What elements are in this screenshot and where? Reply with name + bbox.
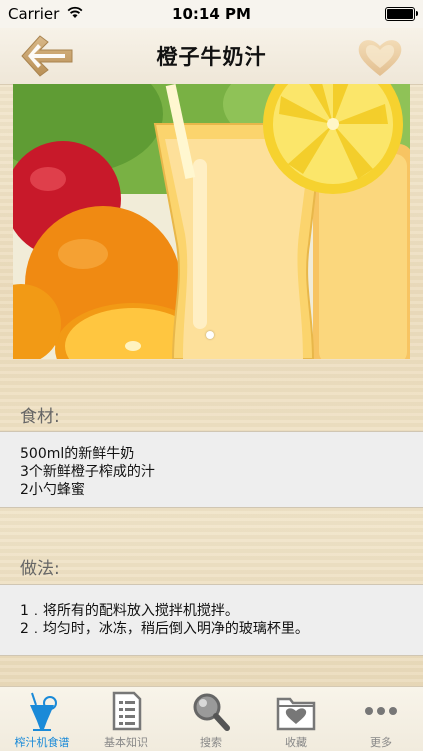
tab-label: 基本知识 [104, 736, 148, 749]
method-step: 2﹒均匀时，冰冻，稍后倒入明净的玻璃杯里。 [20, 621, 309, 637]
ingredient-item: 3个新鲜橙子榨成的汁 [20, 464, 155, 480]
ingredient-item: 500ml的新鲜牛奶 [20, 446, 135, 462]
magnifier-icon [193, 693, 230, 731]
tab-search[interactable]: 搜索 [169, 687, 253, 751]
status-bar: Carrier 10:14 PM [0, 0, 423, 28]
juice-glass-icon [30, 692, 57, 731]
ingredients-panel: 500ml的新鲜牛奶 3个新鲜橙子榨成的汁 2小勺蜂蜜 [0, 431, 423, 508]
juice-illustration [13, 84, 410, 359]
clock: 10:14 PM [172, 5, 251, 23]
more-dots-icon [365, 707, 397, 715]
tab-label: 搜索 [200, 736, 222, 749]
tab-label: 榨汁机食谱 [14, 736, 70, 749]
heart-folder-icon [276, 697, 316, 731]
navigation-bar: 橙子牛奶汁 [0, 28, 423, 85]
battery-icon [385, 7, 418, 21]
tab-favorites[interactable]: 收藏 [254, 687, 338, 751]
method-step: 1﹒将所有的配料放入搅拌机搅拌。 [20, 603, 239, 619]
document-icon [112, 691, 142, 731]
tab-basic-knowledge[interactable]: 基本知识 [84, 687, 168, 751]
tab-bar: 榨汁机食谱 基本知识 搜索 收藏 更多 [0, 686, 423, 751]
favorite-button[interactable] [355, 36, 405, 78]
ingredient-item: 2小勺蜂蜜 [20, 482, 85, 498]
tab-label: 收藏 [285, 736, 307, 749]
tab-more[interactable]: 更多 [339, 687, 423, 751]
recipe-photo[interactable] [13, 84, 410, 359]
page-indicator-dot [206, 331, 214, 339]
method-label: 做法: [20, 559, 60, 579]
ingredients-label: 食材: [20, 407, 60, 427]
tab-label: 更多 [370, 736, 392, 749]
method-panel: 1﹒将所有的配料放入搅拌机搅拌。 2﹒均匀时，冰冻，稍后倒入明净的玻璃杯里。 [0, 584, 423, 656]
tab-juicer-recipes[interactable]: 榨汁机食谱 [0, 687, 84, 751]
heart-icon [358, 40, 402, 76]
